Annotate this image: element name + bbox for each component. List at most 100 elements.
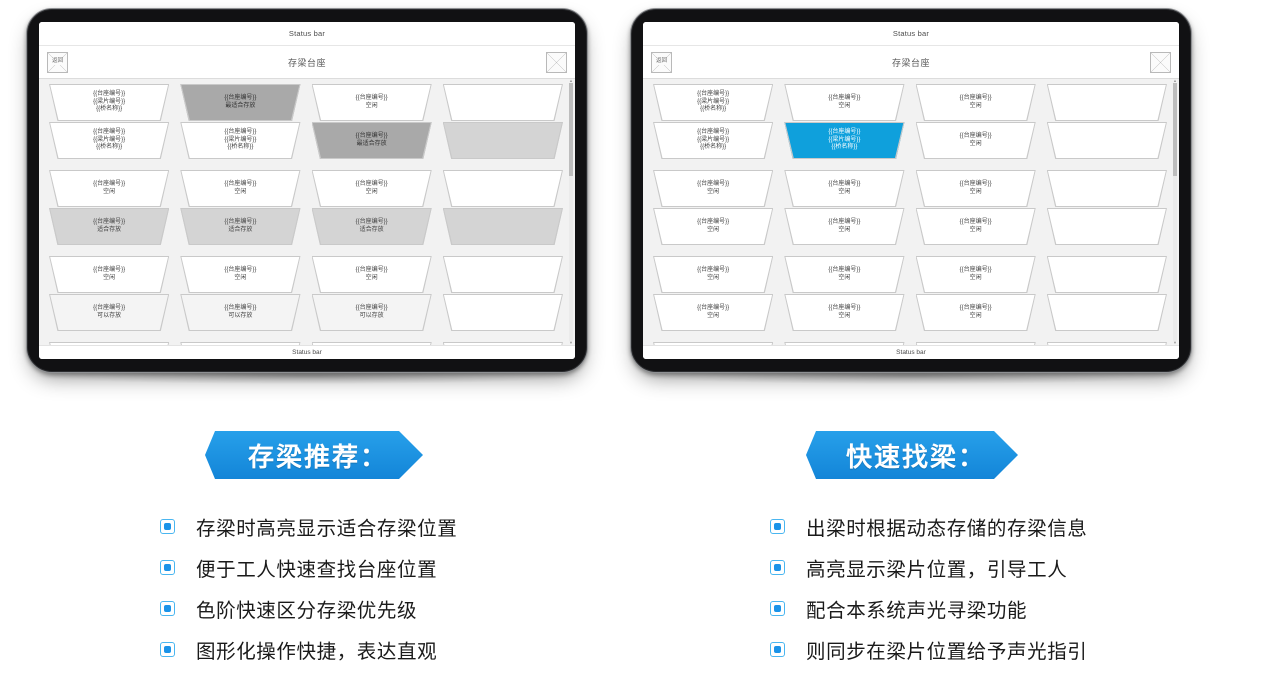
nav-right-slot	[546, 51, 567, 73]
pad-card-free[interactable]	[1046, 342, 1167, 345]
pad-card-free[interactable]	[1046, 84, 1167, 121]
pad-card-free[interactable]: {{台座编号}}空闲	[784, 84, 905, 121]
pad-card-free[interactable]: {{台座编号}}空闲	[311, 256, 432, 293]
pad-card-ok[interactable]: {{台座编号}} 可以存放	[49, 294, 170, 331]
pad-grid: {{台座编号}} {{梁片编号}} {{桥名称}} {{台座编号}} {{梁片编号}}{…	[643, 84, 1179, 345]
feature-list-item-text: 高亮显示梁片位置，引导工人	[806, 559, 1068, 581]
pad-card-free[interactable]: {{台座编号}}空闲	[653, 342, 774, 345]
pad-card-free[interactable]	[442, 84, 563, 121]
scroll-down-arrow[interactable]: ▼	[1173, 341, 1177, 345]
pad-card-shape	[180, 256, 301, 293]
pad-card-free[interactable]: {{台座编号}}空闲	[784, 342, 905, 345]
pad-card-free[interactable]: {{台座编号}}空闲	[180, 342, 301, 345]
vertical-scrollbar[interactable]: ▲ ▼	[1173, 79, 1177, 345]
pad-card-occ[interactable]: {{台座编号}} {{梁片编号}} {{桥名称}}	[180, 122, 301, 159]
pad-card-best[interactable]: {{台座编号}} 最适合存放	[311, 122, 432, 159]
pad-card-free[interactable]	[442, 294, 563, 331]
pad-card-free[interactable]: {{台座编号}}空闲	[49, 342, 170, 345]
pad-card-good[interactable]: {{台座编号}} 适合存放	[49, 208, 170, 245]
pad-pair: {{台座编号}} 空闲 {{台座编号}} 可以存放	[49, 256, 170, 332]
pad-card-free[interactable]: {{台座编号}}空闲	[311, 170, 432, 207]
pad-pair: {{台座编号}}空闲{{台座编号}}空闲	[915, 170, 1036, 246]
pad-card-free[interactable]: {{台座编号}}空闲	[180, 170, 301, 207]
pad-card-occ[interactable]: {{台座编号}} {{梁片编号}} {{桥名称}}	[49, 84, 170, 121]
page-title: 存梁台座	[891, 57, 930, 68]
pad-card-shape	[784, 170, 905, 207]
pad-pair: {{台座编号}}空闲{{台座编号}}空闲	[311, 342, 432, 345]
pad-card-occ[interactable]: {{台座编号}} {{梁片编号}} {{桥名称}}	[653, 84, 774, 121]
vertical-scrollbar[interactable]: ▲ ▼	[569, 79, 573, 345]
pad-card-free[interactable]: {{台座编号}}空闲	[915, 208, 1036, 245]
feature-list-item-text: 则同步在梁片位置给予声光指引	[806, 641, 1088, 663]
pad-card-good[interactable]: {{台座编号}} 适合存放	[180, 208, 301, 245]
pad-card-free[interactable]: {{台座编号}}空闲	[653, 208, 774, 245]
pad-card-free[interactable]: {{台座编号}}空闲	[915, 342, 1036, 345]
pad-pair: {{台座编号}}空闲{{台座编号}}空闲	[653, 170, 774, 246]
pad-card-free[interactable]	[442, 256, 563, 293]
pad-card-best[interactable]: {{台座编号}} 最适合存放	[180, 84, 301, 121]
pad-card-hl[interactable]: {{台座编号}} {{梁片编号}} {{桥名称}}	[784, 122, 905, 159]
image-placeholder-icon[interactable]	[1150, 51, 1171, 73]
pad-card-free[interactable]	[1046, 294, 1167, 331]
scrollbar-thumb[interactable]	[1173, 83, 1177, 176]
image-placeholder-icon[interactable]	[546, 51, 567, 73]
pad-card-free[interactable]	[1046, 170, 1167, 207]
pad-pair: {{台座编号}}空闲{{台座编号}}空闲	[915, 256, 1036, 332]
pad-card-free[interactable]	[1046, 122, 1167, 159]
feature-list-item-text: 便于工人快速查找台座位置	[196, 559, 438, 581]
pad-card-free[interactable]: {{台座编号}}空闲	[784, 170, 905, 207]
pad-column: {{台座编号}} 空闲 {{台座编号}} 最适合存放 {{台座编号}} 空闲 {{台座编号}…	[311, 84, 432, 345]
pad-card-shape	[784, 208, 905, 245]
pad-card-free[interactable]: {{台座编号}}空闲	[653, 294, 774, 331]
tablet-screen-storage-recommendation: Status bar 返回 存梁台座 {{台座编号}} {{梁片编号}} {{桥名称…	[39, 22, 575, 359]
pad-card-free[interactable]: {{台座编号}}空闲	[180, 256, 301, 293]
pad-card-shape	[442, 294, 563, 331]
pad-card-good[interactable]	[442, 208, 563, 245]
pad-card-free[interactable]: {{台座编号}}空闲	[784, 294, 905, 331]
pad-grid-scroll-area[interactable]: {{台座编号}} {{梁片编号}} {{桥名称}} {{台座编号}} {{梁片编号}}{…	[39, 79, 575, 345]
pad-card-free[interactable]: {{台座编号}}空闲	[49, 256, 170, 293]
pad-card-occ[interactable]: {{台座编号}} {{梁片编号}} {{桥名称}}	[49, 122, 170, 159]
pad-card-free[interactable]	[442, 170, 563, 207]
pad-card-free[interactable]: {{台座编号}}空闲	[915, 256, 1036, 293]
feature-list-item: 图形化操作快捷，表达直观	[160, 629, 590, 670]
scroll-down-arrow[interactable]: ▼	[569, 341, 573, 345]
pad-column	[1046, 84, 1167, 345]
pad-pair	[1046, 256, 1167, 332]
pad-card-free[interactable]: {{台座编号}}空闲	[784, 256, 905, 293]
pad-card-free[interactable]	[442, 342, 563, 345]
status-bar-top: Status bar	[39, 22, 575, 46]
pad-card-ok[interactable]: {{台座编号}} 可以存放	[311, 294, 432, 331]
pad-card-free[interactable]: {{台座编号}}空闲	[311, 342, 432, 345]
pad-card-shape	[653, 170, 774, 207]
pad-grid: {{台座编号}} {{梁片编号}} {{桥名称}} {{台座编号}} {{梁片编号}}{…	[39, 84, 575, 345]
pad-card-free[interactable]	[1046, 256, 1167, 293]
pad-card-ok[interactable]: {{台座编号}} 可以存放	[180, 294, 301, 331]
pad-card-occ[interactable]: {{台座编号}} {{梁片编号}} {{桥名称}}	[653, 122, 774, 159]
feature-list-item: 便于工人快速查找台座位置	[160, 547, 590, 588]
pad-card-good[interactable]: {{台座编号}} 适合存放	[311, 208, 432, 245]
pad-card-good[interactable]	[442, 122, 563, 159]
pad-card-free[interactable]: {{台座编号}}空闲	[915, 294, 1036, 331]
pad-column: {{台座编号}} 空闲 {{台座编号}} 空闲 {{台座编号}} 空闲 {{台座编号}} 空闲…	[915, 84, 1036, 345]
feature-list-item-text: 色阶快速区分存梁优先级	[196, 600, 418, 622]
back-button-label: 返回	[50, 58, 64, 65]
pad-card-free[interactable]: {{台座编号}}空闲	[915, 122, 1036, 159]
section-banner-quick-beam-search: 快速找梁：	[806, 431, 1018, 479]
pad-card-free[interactable]: {{台座编号}}空闲	[653, 170, 774, 207]
bullet-square-icon	[160, 601, 175, 616]
pad-card-free[interactable]: {{台座编号}}空闲	[915, 84, 1036, 121]
pad-card-shape	[49, 208, 170, 245]
pad-card-shape	[49, 256, 170, 293]
feature-list-item-text: 出梁时根据动态存储的存梁信息	[806, 518, 1088, 540]
pad-card-free[interactable]: {{台座编号}}空闲	[915, 170, 1036, 207]
bullet-dot-icon	[774, 523, 781, 530]
pad-grid-scroll-area[interactable]: {{台座编号}} {{梁片编号}} {{桥名称}} {{台座编号}} {{梁片编号}}{…	[643, 79, 1179, 345]
pad-pair	[1046, 342, 1167, 345]
pad-card-free[interactable]: {{台座编号}}空闲	[653, 256, 774, 293]
scrollbar-thumb[interactable]	[569, 83, 573, 176]
pad-card-free[interactable]: {{台座编号}}空闲	[311, 84, 432, 121]
pad-card-free[interactable]: {{台座编号}}空闲	[784, 208, 905, 245]
pad-card-free[interactable]	[1046, 208, 1167, 245]
pad-card-free[interactable]: {{台座编号}}空闲	[49, 170, 170, 207]
